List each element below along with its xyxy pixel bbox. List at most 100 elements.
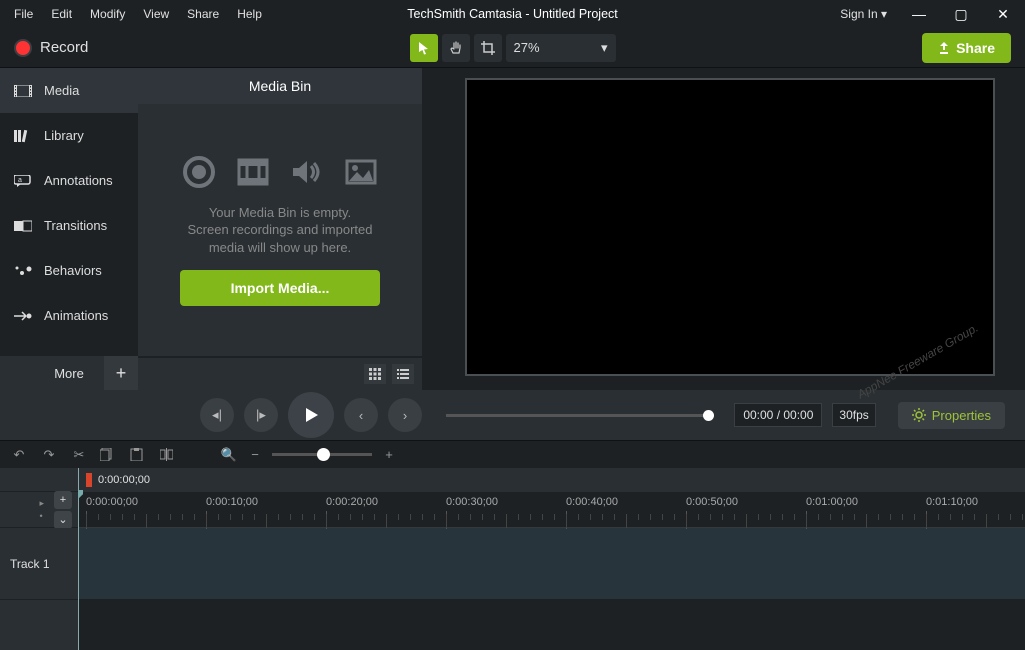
paste-button[interactable] bbox=[130, 448, 148, 461]
menu-edit[interactable]: Edit bbox=[43, 3, 80, 25]
seek-bar[interactable] bbox=[446, 414, 710, 417]
step-back-button[interactable]: ‹ bbox=[344, 398, 378, 432]
track-1-body[interactable] bbox=[78, 528, 1025, 600]
redo-button[interactable]: ↷ bbox=[40, 447, 58, 463]
share-button[interactable]: Share bbox=[922, 33, 1011, 63]
zoom-dropdown[interactable]: 27% ▾ bbox=[506, 34, 616, 62]
timeline-zoom-slider: 🔍 − + bbox=[220, 447, 398, 463]
minimize-button[interactable]: — bbox=[903, 6, 935, 22]
crop-tool[interactable] bbox=[474, 34, 502, 62]
zoom-slider-handle[interactable] bbox=[317, 448, 330, 461]
track-options-button[interactable]: ⌄ bbox=[54, 511, 72, 529]
chevron-down-icon: ▾ bbox=[601, 40, 608, 56]
maximize-button[interactable]: ▢ bbox=[945, 6, 977, 23]
pan-tool[interactable] bbox=[442, 34, 470, 62]
sidebar-item-transitions[interactable]: Transitions bbox=[0, 203, 138, 248]
menu-modify[interactable]: Modify bbox=[82, 3, 133, 25]
undo-button[interactable]: ↶ bbox=[10, 447, 28, 463]
marker-controls bbox=[0, 468, 78, 492]
media-bin-title: Media Bin bbox=[138, 68, 422, 104]
ruler-major-label: 0:00:50;00 bbox=[686, 496, 738, 508]
sidebar-item-label: Media bbox=[44, 83, 79, 98]
gear-icon bbox=[912, 408, 926, 422]
copy-button[interactable] bbox=[100, 448, 118, 461]
more-button[interactable]: More + bbox=[0, 356, 138, 390]
select-tool[interactable] bbox=[410, 34, 438, 62]
fps-selector[interactable]: 30fps bbox=[832, 403, 875, 427]
sidebar-item-media[interactable]: Media bbox=[0, 68, 138, 113]
title-bar: File Edit Modify View Share Help TechSmi… bbox=[0, 0, 1025, 28]
watermark: AppNee Freeware Group. bbox=[855, 321, 981, 402]
quiz-toggle-button[interactable]: • bbox=[39, 511, 44, 521]
menu-view[interactable]: View bbox=[135, 3, 177, 25]
sidebar-item-label: Annotations bbox=[44, 173, 113, 188]
playhead-icon bbox=[78, 490, 84, 500]
marker-strip[interactable]: 0:00:00;00 bbox=[78, 468, 1025, 492]
timeline-ruler[interactable]: 0:00:00;000:00:10;000:00:20;000:00:30;00… bbox=[78, 492, 1025, 528]
menu-bar: File Edit Modify View Share Help bbox=[6, 3, 270, 25]
ruler-major-label: 0:00:00;00 bbox=[86, 496, 138, 508]
play-button[interactable] bbox=[288, 392, 334, 438]
playback-bar: ◂| |▸ ‹ › 00:00 / 00:00 30fps Properties bbox=[0, 390, 1025, 440]
playhead[interactable] bbox=[78, 468, 79, 650]
record-icon bbox=[14, 39, 32, 57]
ruler-major-label: 0:00:40;00 bbox=[566, 496, 618, 508]
ruler-major-label: 0:00:30;00 bbox=[446, 496, 498, 508]
image-icon bbox=[343, 154, 379, 190]
next-frame-button[interactable]: |▸ bbox=[244, 398, 278, 432]
marker-toggle-button[interactable]: ▸ bbox=[39, 498, 44, 509]
share-label: Share bbox=[956, 40, 995, 56]
zoom-slider-track[interactable] bbox=[272, 453, 372, 456]
transitions-icon bbox=[14, 219, 32, 233]
media-type-icons bbox=[181, 154, 379, 190]
track-controls: ▸ • + ⌄ bbox=[0, 492, 78, 528]
zoom-out-button[interactable]: − bbox=[246, 447, 264, 462]
seek-handle[interactable] bbox=[703, 410, 714, 421]
canvas-tool-cluster: 27% ▾ bbox=[410, 34, 616, 62]
top-toolbar: Record 27% ▾ Share bbox=[0, 28, 1025, 68]
list-view-button[interactable] bbox=[392, 364, 414, 384]
ruler-major-label: 0:01:00;00 bbox=[806, 496, 858, 508]
main-row: Media Library a Annotations Transitions … bbox=[0, 68, 1025, 390]
import-media-button[interactable]: Import Media... bbox=[180, 270, 380, 306]
sidebar-item-behaviors[interactable]: Behaviors bbox=[0, 248, 138, 293]
sidebar-item-annotations[interactable]: a Annotations bbox=[0, 158, 138, 203]
add-tab-button[interactable]: + bbox=[104, 356, 138, 390]
split-button[interactable] bbox=[160, 448, 178, 461]
cut-button[interactable]: ✂ bbox=[70, 447, 88, 463]
film-icon bbox=[235, 154, 271, 190]
record-label: Record bbox=[40, 39, 88, 56]
sidebar-item-label: Transitions bbox=[44, 218, 107, 233]
sidebar-item-animations[interactable]: Animations bbox=[0, 293, 138, 338]
menu-file[interactable]: File bbox=[6, 3, 41, 25]
properties-button[interactable]: Properties bbox=[898, 402, 1005, 429]
track-1-header[interactable]: Track 1 bbox=[0, 528, 78, 600]
marker-flag-icon bbox=[86, 473, 92, 487]
ruler-major-label: 0:00:20;00 bbox=[326, 496, 378, 508]
close-button[interactable]: ✕ bbox=[987, 6, 1019, 23]
record-circle-icon bbox=[181, 154, 217, 190]
media-bin-empty-msg: Your Media Bin is empty. Screen recordin… bbox=[188, 204, 373, 257]
sign-in-dropdown[interactable]: Sign In ▾ bbox=[834, 5, 893, 23]
record-button[interactable]: Record bbox=[14, 39, 88, 57]
sidebar-item-label: Animations bbox=[44, 308, 108, 323]
media-bin-footer bbox=[138, 356, 422, 390]
marker-time: 0:00:00;00 bbox=[98, 474, 150, 486]
menu-share[interactable]: Share bbox=[179, 3, 227, 25]
timeline-tracks-area[interactable]: 0:00:00;00 0:00:00;000:00:10;000:00:20;0… bbox=[78, 468, 1025, 650]
prev-frame-button[interactable]: ◂| bbox=[200, 398, 234, 432]
sidebar-item-label: Library bbox=[44, 128, 84, 143]
step-forward-button[interactable]: › bbox=[388, 398, 422, 432]
timeline: ▸ • + ⌄ Track 1 0:00:00;00 0:00:00;000:0… bbox=[0, 468, 1025, 650]
svg-text:a: a bbox=[18, 177, 22, 184]
more-label: More bbox=[54, 366, 84, 381]
sidebar-item-label: Behaviors bbox=[44, 263, 102, 278]
thumbnail-view-button[interactable] bbox=[364, 364, 386, 384]
zoom-in-button[interactable]: + bbox=[380, 447, 398, 462]
sidebar-item-library[interactable]: Library bbox=[0, 113, 138, 158]
preview-canvas[interactable]: AppNee Freeware Group. bbox=[465, 78, 995, 376]
menu-help[interactable]: Help bbox=[229, 3, 270, 25]
annotations-icon: a bbox=[14, 174, 32, 188]
add-track-button[interactable]: + bbox=[54, 491, 72, 509]
animations-icon bbox=[14, 309, 32, 323]
